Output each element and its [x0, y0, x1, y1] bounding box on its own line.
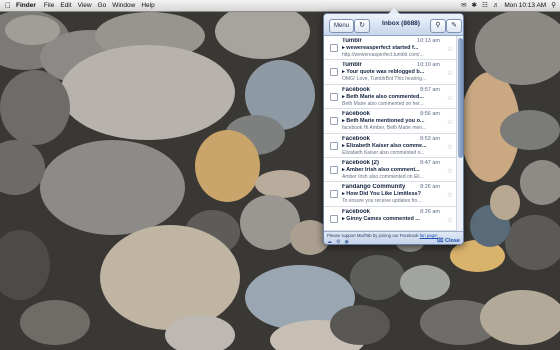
- cloud-icon[interactable]: ☁: [327, 239, 332, 245]
- star-icon[interactable]: ☆: [447, 118, 453, 126]
- message-subject: ▸ Beth Marie mentioned you o...: [342, 118, 425, 125]
- globe-icon[interactable]: ◉: [344, 239, 348, 245]
- wifi-icon[interactable]: ☷: [482, 0, 488, 11]
- star-icon[interactable]: ☆: [447, 45, 453, 53]
- compose-button[interactable]: ✎: [446, 19, 462, 33]
- message-sender: Tumblr: [342, 38, 362, 44]
- message-time: 8:26 am: [420, 184, 440, 191]
- message-time: 8:53 am: [420, 135, 440, 142]
- star-icon[interactable]: ☆: [447, 94, 453, 102]
- search-icon: ⚲: [435, 22, 441, 29]
- status-area: ✉ ✱ ☷ ♬ Mon 10:13 AM ⚲: [461, 0, 556, 11]
- close-button[interactable]: ⌧ Close: [437, 238, 460, 244]
- menu-window[interactable]: Window: [112, 0, 141, 11]
- message-time: 8:47 am: [420, 159, 440, 166]
- message-subject: ▸ How Did You Like Limitless?: [342, 191, 421, 198]
- menu-edit[interactable]: Edit: [60, 0, 77, 11]
- message-sender: Tumblr: [342, 62, 362, 69]
- message-sender: Fandango Community: [342, 184, 406, 191]
- message-subject: ▸ wewereasperfect started f...: [342, 45, 419, 51]
- compose-icon: ✎: [451, 22, 457, 29]
- star-icon[interactable]: ☆: [447, 216, 453, 224]
- message-snippet: To ensure you receive updates fro...: [342, 198, 422, 205]
- message-snippet: Elizabeth Kaiser also commented o...: [342, 149, 425, 156]
- menubar-clock[interactable]: Mon 10:13 AM: [504, 2, 546, 9]
- message-row[interactable]: Facebook 8:26 am ☆ ▸ Ginny Cames comment…: [324, 207, 456, 232]
- message-sender: Facebook: [342, 208, 371, 215]
- refresh-icon: ↻: [359, 22, 365, 29]
- message-row[interactable]: Facebook 8:57 am ☆ ▸ Beth Marie also com…: [324, 85, 456, 110]
- message-snippet: Beth Marie also commented on her...: [342, 100, 424, 107]
- message-checkbox[interactable]: [330, 44, 338, 52]
- message-subject: ▸ Beth Marie also commented...: [342, 93, 424, 100]
- message-checkbox[interactable]: [330, 117, 338, 126]
- inbox-title[interactable]: Inbox (8688): [372, 20, 430, 27]
- message-row[interactable]: Tumblr 10:10 am ☆ ▸ Your quote was reblo…: [324, 60, 456, 85]
- message-sender: Facebook: [342, 111, 371, 118]
- search-button[interactable]: ⚲: [430, 19, 446, 33]
- menu-bar:  Finder File Edit View Go Window Help ✉…: [0, 0, 560, 12]
- message-checkbox[interactable]: [330, 68, 338, 77]
- star-icon[interactable]: ☆: [447, 69, 453, 77]
- message-snippet: Amber Irish also commented on Eli...: [342, 173, 424, 180]
- message-sender: Facebook: [342, 86, 371, 93]
- mail-status-icon[interactable]: ✉: [461, 0, 466, 11]
- message-subject: ▸ Elizabeth Kaiser also comme...: [342, 142, 427, 149]
- popup-toolbar: Menu ↻ Inbox (8688) ⚲ ✎: [324, 14, 463, 36]
- menu-go[interactable]: Go: [98, 0, 113, 11]
- message-list-scrollbar[interactable]: [456, 36, 463, 232]
- apple-icon[interactable]: : [0, 0, 16, 11]
- spotlight-search-icon[interactable]: ⚲: [551, 0, 556, 11]
- message-time: 10:13 am: [417, 38, 440, 44]
- footer-icons: ☁ ⚙ ◉: [327, 239, 349, 245]
- star-icon[interactable]: ☆: [447, 191, 453, 199]
- menu-view[interactable]: View: [78, 0, 98, 11]
- star-icon[interactable]: ☆: [447, 143, 453, 151]
- message-time: 8:26 am: [420, 208, 440, 215]
- message-snippet: http://wewereasperfect.tumblr.com/...: [342, 52, 424, 58]
- fan-page-link[interactable]: fan page!: [420, 233, 438, 238]
- bluetooth-icon[interactable]: ✱: [472, 0, 477, 11]
- message-sender: Facebook: [342, 135, 371, 142]
- message-checkbox[interactable]: [330, 141, 338, 150]
- message-list: Tumblr 10:13 am ☆ ▸ wewereasperfect star…: [324, 36, 456, 232]
- message-time: 10:10 am: [417, 62, 440, 69]
- mail-popup: Menu ↻ Inbox (8688) ⚲ ✎ Tumblr 10:13 am …: [323, 13, 464, 245]
- refresh-button[interactable]: ↻: [354, 19, 370, 33]
- message-sender: Facebook (2): [342, 159, 380, 166]
- popup-caret: [388, 8, 400, 14]
- message-row[interactable]: Tumblr 10:13 am ☆ ▸ wewereasperfect star…: [324, 36, 456, 61]
- support-text: Please support MailTab by joining our Fa…: [327, 233, 438, 238]
- message-checkbox[interactable]: [330, 92, 338, 101]
- message-row[interactable]: Facebook 8:53 am ☆ ▸ Elizabeth Kaiser al…: [324, 134, 456, 158]
- message-checkbox[interactable]: [330, 214, 338, 223]
- scrollbar-thumb[interactable]: [458, 38, 463, 158]
- message-checkbox[interactable]: [330, 165, 338, 174]
- message-subject: ▸ Your quote was reblogged b...: [342, 69, 425, 76]
- message-row[interactable]: Facebook (2) 8:47 am ☆ ▸ Amber Irish als…: [324, 158, 456, 183]
- close-label: Close: [445, 238, 460, 244]
- menu-file[interactable]: File: [44, 0, 60, 11]
- message-checkbox[interactable]: [330, 190, 338, 199]
- volume-icon[interactable]: ♬: [493, 0, 500, 11]
- menu-button[interactable]: Menu: [329, 19, 354, 33]
- message-subject: ▸ Amber Irish also comment...: [342, 166, 420, 173]
- support-message: Please support MailTab by joining our Fa…: [327, 233, 419, 238]
- message-snippet: OMG! Love, TumblrBot This hearing...: [342, 76, 427, 83]
- close-icon: ⌧: [437, 238, 444, 244]
- message-row[interactable]: Facebook 8:56 am ☆ ▸ Beth Marie mentione…: [324, 109, 456, 134]
- menu-app-name[interactable]: Finder: [16, 0, 44, 11]
- message-row[interactable]: Fandango Community 8:26 am ☆ ▸ How Did Y…: [324, 182, 456, 207]
- message-snippet: facebook Hi Amber, Beth Marie men...: [342, 125, 427, 132]
- star-icon[interactable]: ☆: [447, 167, 453, 175]
- popup-footer: Please support MailTab by joining our Fa…: [324, 231, 463, 245]
- message-subject: ▸ Ginny Cames commented ...: [342, 215, 420, 222]
- menu-help[interactable]: Help: [141, 0, 160, 11]
- settings-icon[interactable]: ⚙: [336, 239, 340, 245]
- message-time: 8:56 am: [420, 111, 440, 118]
- message-time: 8:57 am: [420, 86, 440, 93]
- desktop-wallpaper: [0, 0, 560, 350]
